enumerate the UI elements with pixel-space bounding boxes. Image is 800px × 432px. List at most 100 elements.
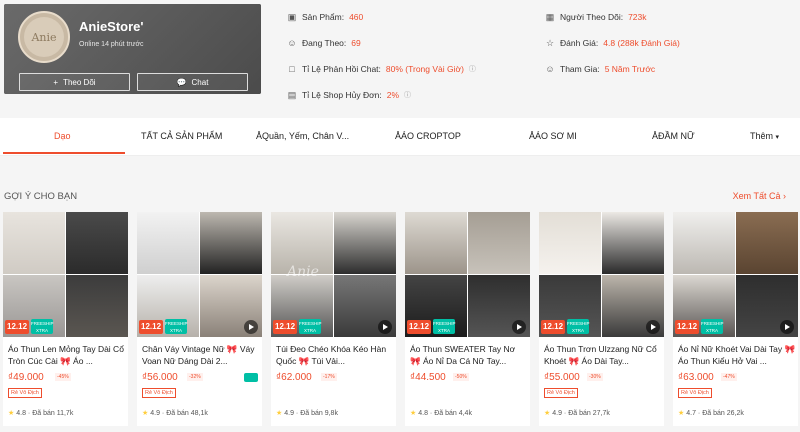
sale-badge: 12.12	[407, 320, 432, 334]
plus-icon: +	[53, 77, 59, 87]
info-icon[interactable]: ⓘ	[469, 64, 476, 74]
product-price: ₫62.000	[276, 372, 312, 383]
follow-label: Theo Dõi	[63, 77, 96, 87]
avatar-logo: Anie	[24, 17, 64, 57]
product-card[interactable]: 12.12 FREESHIP XTRA Áo Thun SWEATER Tay …	[405, 212, 530, 426]
sale-badge: 12.12	[273, 320, 298, 334]
freeship-badge: FREESHIP XTRA	[567, 319, 590, 334]
freeship-badge: FREESHIP XTRA	[701, 319, 724, 334]
tab-so-mi[interactable]: ÅÁO SƠ MI	[529, 118, 577, 156]
star-icon: ★	[276, 410, 283, 417]
stat-chat-rate: □ Tỉ Lệ Phản Hồi Chat: 80% (Trong Vài Gi…	[287, 64, 476, 74]
tab-more[interactable]: Thêm ▾	[750, 118, 779, 156]
product-title[interactable]: Áo Thun Len Mỏng Tay Dài Cổ Tròn Cúc Cài…	[8, 343, 126, 367]
product-image[interactable]	[539, 212, 664, 337]
stat-cancel-rate: ▤ Tỉ Lệ Shop Hủy Đơn: 2% ⓘ	[287, 90, 412, 100]
product-rating: ★ 4.9 · Đã bán 48,1k	[142, 410, 208, 417]
product-image[interactable]	[673, 212, 798, 337]
stat-followers: ▦ Người Theo Dõi: 723k	[545, 12, 647, 22]
product-card[interactable]: 12.12 FREESHIP XTRA Áo Thun Len Mỏng Tay…	[3, 212, 128, 426]
shipping-truck-icon	[244, 373, 258, 382]
user-icon: ☺	[545, 64, 555, 74]
product-card[interactable]: 12.12 FREESHIP XTRA Áo Thun Trơn Ulzzang…	[539, 212, 664, 426]
follow-button[interactable]: + Theo Dõi	[19, 73, 130, 91]
product-price: ₫56.000	[142, 372, 178, 383]
play-video-icon[interactable]	[646, 320, 660, 334]
info-icon[interactable]: ⓘ	[404, 90, 411, 100]
tab-quan-yem[interactable]: ÅQuần, Yếm, Chân V...	[256, 118, 349, 156]
discount-badge: -47%	[721, 373, 737, 381]
play-video-icon[interactable]	[378, 320, 392, 334]
chat-bubble-icon: 💬	[176, 77, 187, 87]
user-plus-icon: ☺	[287, 38, 297, 48]
followers-icon: ▦	[545, 12, 555, 22]
discount-badge: -45%	[55, 373, 71, 381]
product-image[interactable]	[405, 212, 530, 337]
shop-online-status: Online 14 phút trước	[79, 41, 144, 48]
tab-dao[interactable]: Dạo	[54, 118, 71, 156]
discount-badge: -50%	[453, 373, 469, 381]
sale-badge: 12.12	[675, 320, 700, 334]
star-icon: ★	[678, 410, 685, 417]
play-video-icon[interactable]	[780, 320, 794, 334]
product-title[interactable]: Chân Váy Vintage Nữ 🎀 Váy Voan Nữ Dáng D…	[142, 343, 260, 367]
freeship-badge: FREESHIP XTRA	[299, 319, 322, 334]
section-title: GỢI Ý CHO BẠN	[4, 191, 78, 202]
stat-joined: ☺ Tham Gia: 5 Năm Trước	[545, 64, 656, 74]
play-video-icon[interactable]	[244, 320, 258, 334]
promo-tag: Rẻ Vô Địch	[142, 388, 176, 398]
freeship-badge: FREESHIP XTRA	[31, 319, 54, 334]
product-image[interactable]	[137, 212, 262, 337]
receipt-icon: ▤	[287, 90, 297, 100]
product-price: ₫63.000	[678, 372, 714, 383]
star-icon: ★	[8, 410, 15, 417]
star-icon: ☆	[545, 38, 555, 48]
tab-all-products[interactable]: TẤT CẢ SẢN PHẨM	[141, 118, 222, 156]
tab-croptop[interactable]: ÅÁO CROPTOP	[395, 118, 461, 156]
product-title[interactable]: Áo Thun SWEATER Tay Nơ 🎀 Áo Nỉ Da Cá Nữ …	[410, 343, 528, 367]
active-tab-indicator	[3, 152, 125, 154]
promo-tag: Rẻ Vô Địch	[8, 388, 42, 398]
shop-tabs: Dạo TẤT CẢ SẢN PHẨM ÅQuần, Yếm, Chân V..…	[0, 118, 800, 156]
freeship-badge: FREESHIP XTRA	[433, 319, 456, 334]
product-price: ₫44.500	[410, 372, 446, 383]
product-rating: ★ 4.9 · Đã bán 9,8k	[276, 410, 338, 417]
product-rating: ★ 4.8 · Đã bán 11,7k	[8, 410, 74, 417]
chat-button[interactable]: 💬 Chat	[137, 73, 248, 91]
discount-badge: -17%	[321, 373, 337, 381]
sale-badge: 12.12	[541, 320, 566, 334]
shop-icon: ▣	[287, 12, 297, 22]
star-icon: ★	[410, 410, 417, 417]
tab-dam-nu[interactable]: ÅĐẦM NỮ	[652, 118, 695, 156]
stat-products: ▣ Sản Phẩm: 460	[287, 12, 364, 22]
product-title[interactable]: Áo Nỉ Nữ Khoét Vai Dài Tay 🎀 Áo Thun Kiể…	[678, 343, 796, 367]
product-card[interactable]: 12.12 FREESHIP XTRA Chân Váy Vintage Nữ …	[137, 212, 262, 426]
product-image[interactable]	[3, 212, 128, 337]
avatar[interactable]: Anie	[18, 11, 70, 63]
promo-tag: Rẻ Vô Địch	[678, 388, 712, 398]
product-card[interactable]: Anie 12.12 FREESHIP XTRA Túi Đeo Chéo Kh…	[271, 212, 396, 426]
product-price: ₫49.000	[8, 372, 44, 383]
shop-name: AnieStore'	[79, 19, 144, 34]
product-price: ₫55.000	[544, 372, 580, 383]
play-video-icon[interactable]	[512, 320, 526, 334]
product-rating: ★ 4.8 · Đã bán 4,4k	[410, 410, 472, 417]
stat-rating: ☆ Đánh Giá: 4.8 (288k Đánh Giá)	[545, 38, 680, 48]
product-rating: ★ 4.7 · Đã bán 26,2k	[678, 410, 744, 417]
chevron-right-icon: ›	[783, 191, 786, 201]
product-card[interactable]: 12.12 FREESHIP XTRA Áo Nỉ Nữ Khoét Vai D…	[673, 212, 798, 426]
promo-tag: Rẻ Vô Địch	[544, 388, 578, 398]
star-icon: ★	[142, 410, 149, 417]
discount-badge: -30%	[587, 373, 603, 381]
discount-badge: -32%	[187, 373, 203, 381]
freeship-badge: FREESHIP XTRA	[165, 319, 188, 334]
sale-badge: 12.12	[139, 320, 164, 334]
product-rating: ★ 4.9 · Đã bán 27,7k	[544, 410, 610, 417]
product-title[interactable]: Túi Đeo Chéo Khóa Kéo Hàn Quốc 🎀 Túi Vải…	[276, 343, 394, 367]
stat-following: ☺ Đang Theo: 69	[287, 38, 361, 48]
chat-label: Chat	[191, 77, 209, 87]
product-title[interactable]: Áo Thun Trơn Ulzzang Nữ Cổ Khoét 🎀 Áo Dà…	[544, 343, 662, 367]
see-all-link[interactable]: Xem Tất Cả ›	[733, 191, 786, 201]
chat-icon: □	[289, 64, 295, 74]
shop-card: Anie AnieStore' Online 14 phút trước + T…	[4, 4, 261, 94]
